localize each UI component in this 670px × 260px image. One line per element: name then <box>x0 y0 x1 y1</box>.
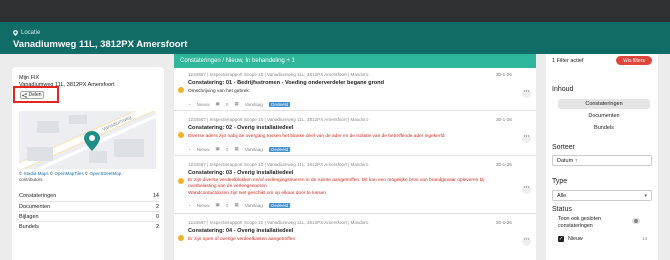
map-attribution: © Stadia Maps © OpenMapTiles © OpenStree… <box>19 171 122 182</box>
show-closed-label: Toon ook gesloten constateringen <box>558 216 601 229</box>
openmaptiles-link[interactable]: OpenMapTiles <box>54 171 83 176</box>
findings-header: Constateringen / Nieuw, In behandeling +… <box>174 54 536 68</box>
filter-panel: 1 Filter actief Wis filters Inhoud Const… <box>546 54 658 260</box>
list-item[interactable]: 1234567 | Inspectierapport Scope 10 | Va… <box>174 113 536 156</box>
item-title: Constatering: 02 - Overig installatiedee… <box>188 125 294 131</box>
stat-row-constateringen: Constateringen 14 <box>19 193 159 199</box>
calendar-icon: ▦ <box>234 146 239 151</box>
type-value: Alle <box>557 192 567 199</box>
location-label-text: Locatie <box>21 30 41 36</box>
list-item[interactable]: 1234567 | Inspectierapport Scope 10 | Va… <box>174 216 536 260</box>
item-title: Constatering: 01 - Bedrijfsstromen - Voe… <box>188 80 385 86</box>
active-filter-count: 1 Filter actief <box>552 58 584 64</box>
content-option-constateringen[interactable]: Constateringen <box>558 99 650 109</box>
calendar-icon: ▦ <box>234 101 239 106</box>
type-section-label: Type <box>552 178 568 185</box>
map-graphic: Vanadiumweg <box>19 111 156 169</box>
item-title: Constatering: 04 - Overig installatiedee… <box>188 228 294 234</box>
sort-select[interactable]: Datum ↑ <box>552 155 652 166</box>
status-icon: ◔ <box>188 101 191 107</box>
share-button[interactable]: Delen <box>20 91 44 99</box>
stat-row-bundels: Bundels 2 <box>19 221 159 231</box>
status-nieuw-count: 14 <box>642 236 648 241</box>
location-name: Mijn FIX <box>19 75 40 81</box>
attachment-icon: ▣ <box>215 101 220 106</box>
stadia-link[interactable]: Stadia Maps <box>24 171 49 176</box>
location-map[interactable]: Vanadiumweg <box>19 111 156 169</box>
status-dot <box>178 87 184 93</box>
item-chips: ◔ Nieuw ▣ 0 ▦ Vandaag Gedeeld <box>188 101 291 107</box>
map-pin-icon <box>13 30 18 36</box>
item-description: Omschrijving van het gebrek <box>188 89 249 94</box>
content-option-bundels[interactable]: Bundels <box>558 123 650 133</box>
item-title: Constatering: 03 - Overig installatiedee… <box>188 170 294 176</box>
item-description: Er zijn open of overige verdeelkasten aa… <box>188 237 296 242</box>
more-options-icon[interactable]: ⋯ <box>522 134 531 143</box>
more-options-icon[interactable]: ⋯ <box>522 237 531 246</box>
type-select[interactable]: Alle ▾ <box>552 190 652 201</box>
share-icon <box>22 92 28 98</box>
item-date: 30-1-26 <box>496 72 512 77</box>
background-app-strip <box>0 0 670 22</box>
item-date: 30-1-26 <box>496 162 512 167</box>
clear-filters-button[interactable]: Wis filters <box>616 56 652 65</box>
location-modal: Locatie Vanadiumweg 11L, 3812PX Amersfoo… <box>0 22 670 260</box>
item-meta: 1234567 | Inspectierapport Scope 10 | Va… <box>188 72 369 77</box>
item-meta: 1234567 | Inspectierapport Scope 10 | Va… <box>188 220 369 225</box>
chevron-down-icon: ▾ <box>644 193 647 199</box>
status-dot <box>178 132 184 138</box>
sort-value: Datum ↑ <box>557 157 578 164</box>
more-options-icon[interactable]: ⋯ <box>522 185 531 194</box>
calendar-icon: ▦ <box>234 202 239 207</box>
openstreetmap-link[interactable]: OpenStreetMap <box>89 171 121 176</box>
share-label: Delen <box>28 92 42 98</box>
show-closed-toggle[interactable] <box>632 218 640 224</box>
shared-tag: Gedeeld <box>268 202 291 208</box>
item-date: 30-1-26 <box>496 220 512 225</box>
location-title: Vanadiumweg 11L, 3812PX Amersfoort <box>13 39 188 50</box>
stat-row-bijlagen: Bijlagen 0 <box>19 211 159 221</box>
list-item[interactable]: 1234567 | Inspectierapport Scope 10 | Va… <box>174 158 536 214</box>
attachment-icon: ▣ <box>215 202 220 207</box>
status-icon: ◔ <box>188 146 191 152</box>
location-label: Locatie <box>13 30 40 36</box>
item-description: Diverse aders zijn nabij de overgang tus… <box>188 134 446 139</box>
status-nieuw-checkbox[interactable]: ✓ <box>558 236 564 242</box>
item-chips: ◔ Nieuw ▣ 0 ▦ Vandaag Gedeeld <box>188 202 291 208</box>
item-description: Er zijn diverse verdeelblokken en/of ver… <box>188 178 485 196</box>
item-meta: 1234567 | Inspectierapport Scope 10 | Va… <box>188 162 369 167</box>
stat-row-documenten: Documenten 2 <box>19 201 159 211</box>
attachment-icon: ▣ <box>215 146 220 151</box>
location-card: Mijn FIX Vanadiumweg 11L, 3812PX Amersfo… <box>12 67 164 260</box>
modal-header: Locatie Vanadiumweg 11L, 3812PX Amersfoo… <box>0 22 670 54</box>
list-item[interactable]: 1234567 | Inspectierapport Scope 10 | Va… <box>174 68 536 111</box>
status-icon: ◔ <box>188 202 191 208</box>
modal-body: Mijn FIX Vanadiumweg 11L, 3812PX Amersfo… <box>0 54 670 260</box>
findings-list-panel: Constateringen / Nieuw, In behandeling +… <box>174 54 536 260</box>
more-options-icon[interactable]: ⋯ <box>522 89 531 98</box>
status-dot <box>178 235 184 241</box>
item-meta: 1234567 | Inspectierapport Scope 10 | Va… <box>188 117 369 122</box>
item-date: 30-1-26 <box>496 117 512 122</box>
location-stats: Constateringen 14 Documenten 2 Bijlagen 0 B… <box>19 191 159 231</box>
status-dot <box>178 178 184 184</box>
content-option-documenten[interactable]: Documenten <box>558 111 650 121</box>
sort-section-label: Sorteer <box>552 144 575 151</box>
content-section-label: Inhoud <box>552 86 574 93</box>
shared-tag: Gedeeld <box>268 101 291 107</box>
status-section-label: Status <box>552 206 572 213</box>
status-nieuw-label: Nieuw <box>568 236 583 242</box>
item-chips: ◔ Nieuw ▣ 0 ▦ Vandaag Gedeeld <box>188 146 291 152</box>
shared-tag: Gedeeld <box>268 146 291 152</box>
